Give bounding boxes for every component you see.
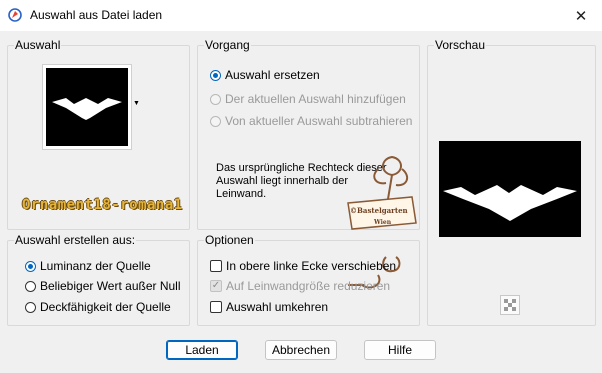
radio-label: Auswahl ersetzen [225,68,320,82]
checkbox-indicator [210,260,222,272]
checkerboard-icon [504,299,516,311]
chevron-down-icon[interactable]: ▼ [133,100,140,107]
laden-button[interactable]: Laden [166,340,238,360]
checkbox-auswahl-umkehren[interactable]: Auswahl umkehren [210,300,328,314]
hilfe-button[interactable]: Hilfe [364,340,436,360]
close-button[interactable]: ✕ [560,0,602,31]
radio-luminanz[interactable]: Luminanz der Quelle [25,259,151,273]
paintshop-app-icon [8,8,22,22]
stamp-text-line1: ©Bastelgarten [350,206,408,215]
radio-deckfaehigkeit[interactable]: Deckfähigkeit der Quelle [25,300,171,314]
radio-indicator [210,93,221,105]
transparency-toggle-button[interactable] [500,295,520,315]
radio-indicator [210,115,221,127]
radio-label: Beliebiger Wert außer Null [40,279,181,293]
radio-label: Luminanz der Quelle [40,259,151,273]
radio-indicator [210,69,221,81]
checkbox-leinwandgroesse[interactable]: ✓ Auf Leinwandgröße reduzieren [210,279,390,293]
checkbox-label: Auf Leinwandgröße reduzieren [226,279,391,293]
radio-label: Der aktuellen Auswahl hinzufügen [225,92,406,106]
erstellen-group-label: Auswahl erstellen aus: [14,233,137,247]
vorgang-group-label: Vorgang [204,38,251,52]
checkbox-obere-linke-ecke[interactable]: In obere linke Ecke verschieben [210,259,396,273]
close-icon: ✕ [574,7,588,25]
checkbox-label: Auswahl umkehren [226,300,329,314]
radio-beliebiger-wert[interactable]: Beliebiger Wert außer Null [25,279,181,293]
checkbox-label: In obere linke Ecke verschieben [226,259,397,273]
radio-label: Von aktueller Auswahl subtrahieren [225,114,413,128]
radio-auswahl-subtrahieren[interactable]: Von aktueller Auswahl subtrahieren [210,114,412,128]
dialog-body: Auswahl ▼ Ornament18-romana1 Vorgang Aus… [0,31,602,373]
radio-label: Deckfähigkeit der Quelle [40,300,171,314]
stamp-text-line2: Wien [373,219,392,226]
checkbox-indicator [210,301,222,313]
radio-indicator [25,260,36,272]
selection-thumbnail [46,68,128,146]
radio-auswahl-hinzufuegen[interactable]: Der aktuellen Auswahl hinzufügen [210,92,406,106]
title-bar: Auswahl aus Datei laden ✕ [0,0,602,31]
watermark-text: Ornament18-romana1 [22,197,183,213]
auswahl-group-label: Auswahl [14,38,62,52]
preview-image [439,141,581,237]
optionen-group-label: Optionen [204,233,255,247]
radio-auswahl-ersetzen[interactable]: Auswahl ersetzen [210,68,320,82]
checkbox-indicator: ✓ [210,280,222,292]
radio-indicator [25,280,36,292]
vorschau-group-label: Vorschau [434,38,487,52]
abbrechen-button[interactable]: Abbrechen [265,340,337,360]
selection-thumbnail-picker[interactable] [42,64,132,150]
window-title: Auswahl aus Datei laden [30,8,163,22]
radio-indicator [25,301,36,313]
